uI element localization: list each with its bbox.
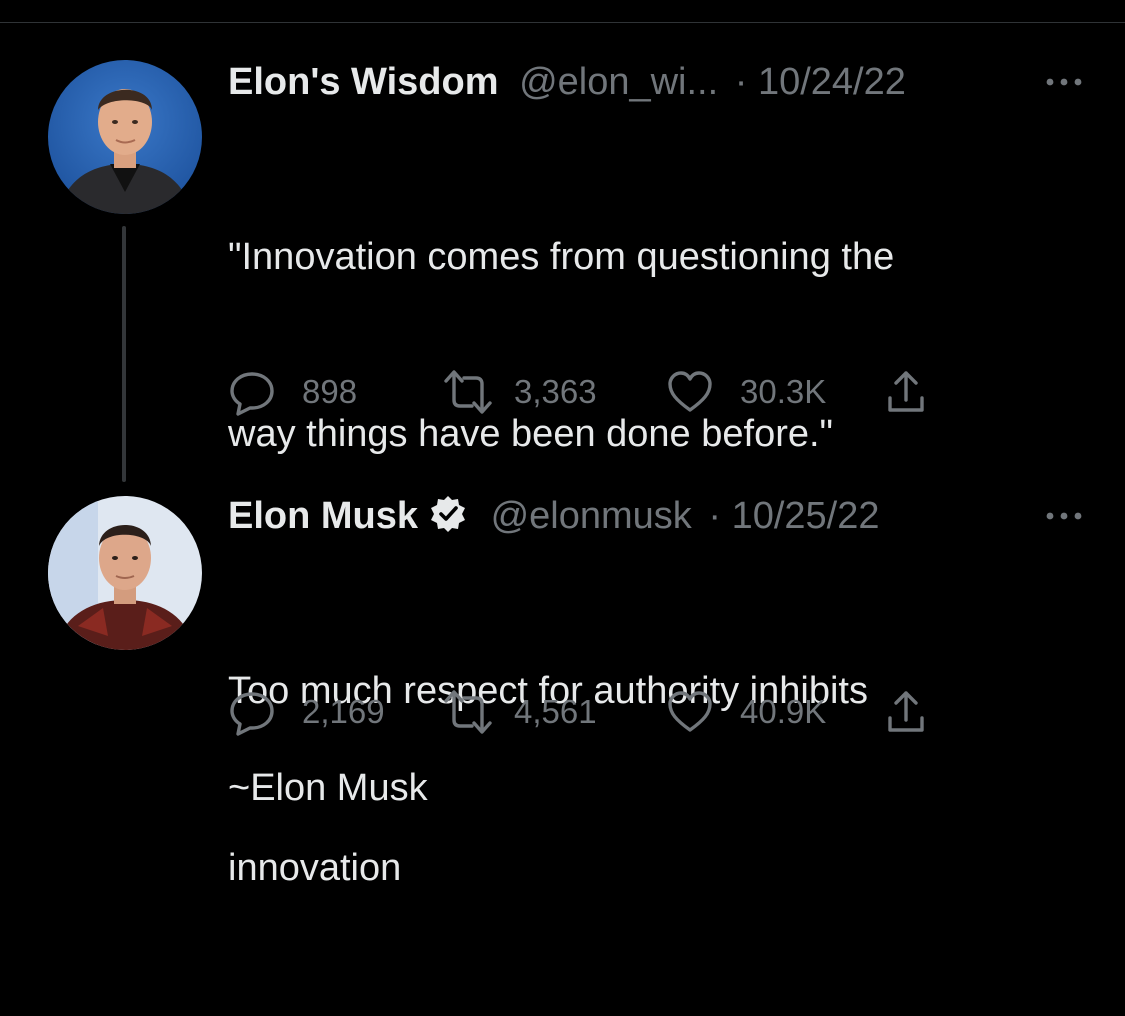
display-name[interactable]: Elon's Wisdom — [228, 61, 499, 103]
share-button[interactable] — [882, 368, 930, 416]
tweet-date[interactable]: 10/25/22 — [732, 495, 880, 537]
tweet-header: Elon's Wisdom @elon_wi... · 10/24/22 — [228, 56, 1082, 108]
separator: · — [708, 495, 722, 537]
tweet-2-content: Elon Musk @elonmusk · 10/25/22 Too much … — [228, 490, 1082, 1016]
tweet-header: Elon Musk @elonmusk · 10/25/22 — [228, 490, 1082, 542]
tweet-text-line: innovation — [228, 847, 402, 889]
reply-bubble-icon — [228, 688, 276, 736]
reply-bubble-icon — [228, 368, 276, 416]
like-button[interactable]: 40.9K — [666, 688, 826, 736]
heart-icon — [666, 368, 714, 416]
tweet-text: Too much respect for authority inhibits … — [228, 544, 1078, 1016]
display-name[interactable]: Elon Musk — [228, 495, 418, 537]
share-icon — [882, 368, 930, 416]
share-icon — [882, 688, 930, 736]
reply-button[interactable]: 2,169 — [228, 688, 385, 736]
share-button[interactable] — [882, 688, 930, 736]
retweet-count: 4,561 — [514, 693, 597, 730]
verified-badge-icon[interactable] — [428, 494, 468, 534]
thread-connector-line — [122, 226, 126, 482]
retweet-button[interactable]: 4,561 — [442, 688, 597, 736]
reply-button[interactable]: 898 — [228, 368, 357, 416]
like-button[interactable]: 30.3K — [666, 368, 826, 416]
top-divider — [0, 22, 1125, 23]
tweet-actions: 2,169 4,561 40.9K — [228, 688, 988, 736]
retweet-icon — [442, 368, 494, 416]
retweet-button[interactable]: 3,363 — [442, 368, 597, 416]
avatar-elon-musk[interactable] — [48, 496, 202, 650]
like-count: 30.3K — [740, 373, 827, 410]
tweet-date[interactable]: 10/24/22 — [758, 61, 906, 103]
like-count: 40.9K — [740, 693, 827, 730]
retweet-icon — [442, 688, 494, 736]
heart-icon — [666, 688, 714, 736]
more-dots-icon[interactable] — [1040, 56, 1088, 108]
retweet-count: 3,363 — [514, 373, 597, 410]
handle[interactable]: @elon_wi... — [519, 61, 718, 103]
tweet-text-line: "Innovation comes from questioning the — [228, 236, 895, 278]
avatar-elons-wisdom[interactable] — [48, 60, 202, 214]
more-dots-icon[interactable] — [1040, 490, 1088, 542]
separator: · — [734, 61, 748, 103]
tweet-actions: 898 3,363 30.3K — [228, 368, 988, 416]
reply-count: 2,169 — [302, 693, 385, 730]
reply-count: 898 — [302, 373, 358, 410]
handle[interactable]: @elonmusk — [491, 495, 692, 537]
